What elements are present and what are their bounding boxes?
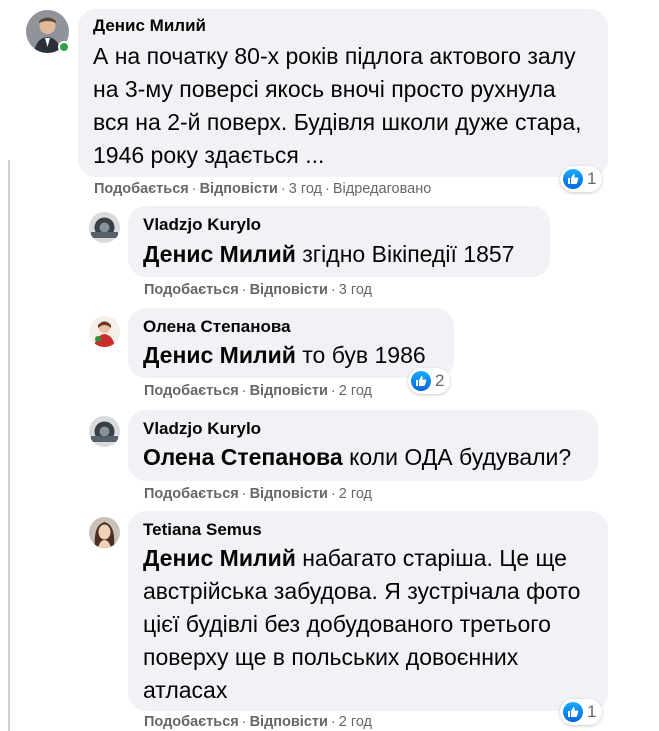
comment-denys: Денис Милий А на початку 80-х років підл… (0, 0, 659, 200)
comment-time[interactable]: 2 год (339, 486, 372, 502)
comment-author[interactable]: Vladzjo Kurylo (143, 215, 261, 235)
reply-button[interactable]: Відповісти (250, 714, 328, 730)
comment-time[interactable]: 3 год (339, 282, 372, 298)
reaction-count: 2 (435, 371, 445, 390)
mention-link[interactable]: Олена Степанова (143, 444, 343, 470)
reply-tetiana: Tetiana Semus Денис Милий набагато старі… (0, 504, 659, 731)
comment-time[interactable]: 2 год (339, 714, 372, 730)
comment-author[interactable]: Олена Степанова (143, 317, 291, 337)
reply-button[interactable]: Відповісти (250, 282, 328, 298)
comment-body: то був 1986 (295, 342, 426, 368)
like-button[interactable]: Подобається (144, 282, 239, 298)
like-icon (411, 371, 431, 391)
like-button[interactable]: Подобається (144, 383, 239, 399)
avatar[interactable] (89, 517, 120, 548)
reply-olena: Олена Степанова Денис Милий то був 1986 … (0, 302, 659, 402)
comment-actions: Подобається · Відповісти · 3 год (144, 282, 373, 298)
reaction-count: 1 (587, 169, 597, 188)
like-button[interactable]: Подобається (144, 714, 239, 730)
like-icon (563, 169, 583, 189)
like-button[interactable]: Подобається (144, 486, 239, 502)
comment-body: згідно Вікіпедії 1857 (295, 241, 515, 267)
comment-actions: Подобається · Відповісти · 3 год · Відредагова… (94, 181, 432, 197)
reaction-summary[interactable]: 2 (408, 368, 451, 394)
reply-vladzjo-1: Vladzjo Kurylo Денис Милий згідно Вікіпе… (0, 200, 659, 302)
like-button[interactable]: Подобається (94, 181, 189, 197)
comment-actions: Подобається · Відповісти · 2 год (144, 486, 373, 502)
avatar[interactable] (89, 316, 120, 347)
like-icon (563, 702, 583, 722)
reaction-summary[interactable]: 1 (560, 699, 603, 725)
comment-author[interactable]: Tetiana Semus (143, 520, 262, 540)
comment-text: Денис Милий то був 1986 (143, 339, 443, 372)
comment-actions: Подобається · Відповісти · 2 год (144, 714, 373, 730)
reply-button[interactable]: Відповісти (200, 181, 278, 197)
comment-author[interactable]: Vladzjo Kurylo (143, 419, 261, 439)
comment-author[interactable]: Денис Милий (93, 16, 206, 36)
reply-vladzjo-2: Vladzjo Kurylo Олена Степанова коли ОДА … (0, 402, 659, 504)
reaction-count: 1 (587, 702, 597, 721)
reply-button[interactable]: Відповісти (250, 383, 328, 399)
mention-link[interactable]: Денис Милий (143, 342, 296, 368)
reaction-summary[interactable]: 1 (560, 166, 603, 192)
reply-button[interactable]: Відповісти (250, 486, 328, 502)
comment-time[interactable]: 2 год (339, 383, 372, 399)
comment-text: Денис Милий згідно Вікіпедії 1857 (143, 238, 543, 271)
mention-link[interactable]: Денис Милий (143, 241, 296, 267)
mention-link[interactable]: Денис Милий (143, 545, 296, 571)
edited-label: Відредаговано (332, 181, 432, 197)
comment-time[interactable]: 3 год (289, 181, 322, 197)
comment-text: Олена Степанова коли ОДА будували? (143, 441, 593, 474)
avatar[interactable] (89, 416, 120, 447)
comment-body: коли ОДА будували? (342, 444, 572, 470)
comment-actions: Подобається · Відповісти · 2 год (144, 383, 373, 399)
comment-text: А на початку 80-х років підлога актового… (93, 43, 582, 168)
comment-text: Денис Милий набагато старіша. Це ще авст… (143, 542, 591, 707)
avatar[interactable] (89, 212, 120, 243)
online-status-icon (58, 41, 70, 53)
